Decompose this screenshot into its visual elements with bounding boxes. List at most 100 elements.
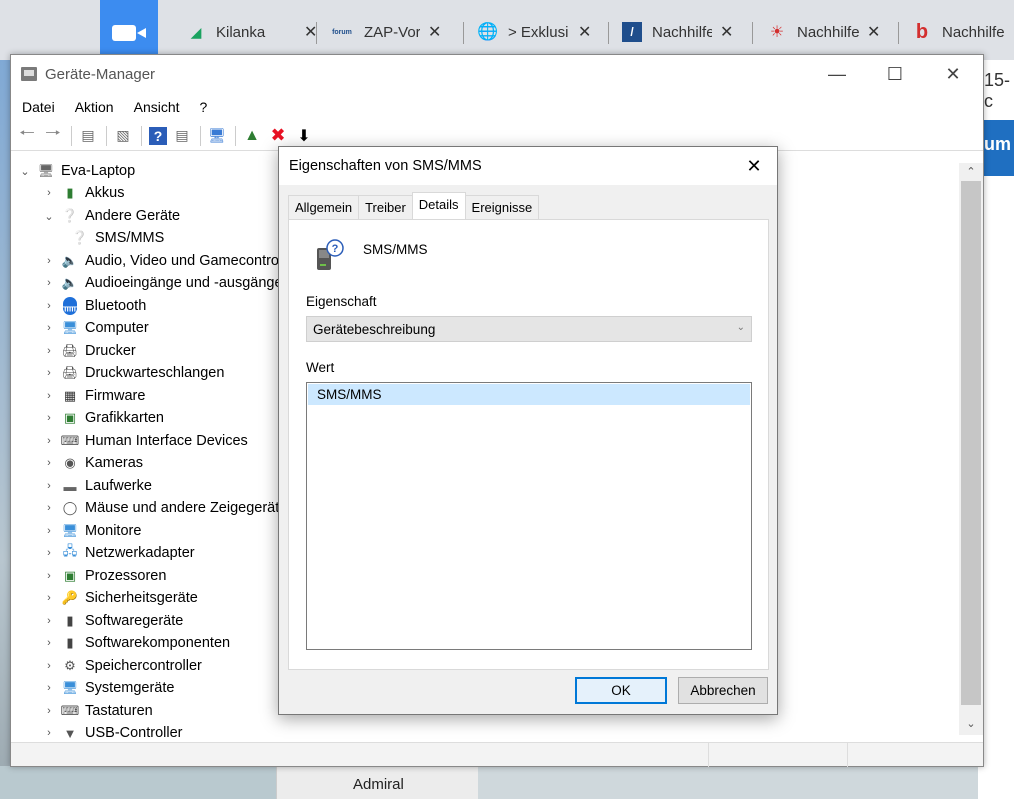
- speaker-icon: 🔈: [61, 253, 79, 268]
- menu-aktion[interactable]: Aktion: [65, 99, 124, 115]
- browser-tab[interactable]: 🌐 > Exklusi ✕: [478, 12, 591, 52]
- chevron-right-icon[interactable]: ›: [41, 345, 57, 357]
- chevron-right-icon[interactable]: ›: [41, 705, 57, 717]
- chevron-right-icon[interactable]: ›: [41, 502, 57, 514]
- back-arrow-icon[interactable]: 🠐: [15, 123, 39, 147]
- chevron-right-icon[interactable]: ›: [41, 457, 57, 469]
- chevron-down-icon[interactable]: ⌄: [17, 165, 33, 178]
- tree-item[interactable]: › 🖥 Monitore: [41, 520, 141, 542]
- tree-label: Andere Geräte: [85, 208, 181, 224]
- ok-button[interactable]: OK: [575, 677, 667, 704]
- chevron-right-icon[interactable]: ›: [41, 412, 57, 424]
- close-tab-icon[interactable]: ✕: [578, 22, 591, 42]
- browser-tab[interactable]: / Nachhilfe ✕: [622, 12, 733, 52]
- chevron-right-icon[interactable]: ›: [41, 727, 57, 739]
- vertical-scrollbar[interactable]: ⌃ ⌄: [959, 163, 983, 735]
- tab-title: ZAP-Vorb: [364, 23, 420, 41]
- maximize-button[interactable]: ☐: [866, 55, 924, 93]
- chevron-right-icon[interactable]: ›: [41, 435, 57, 447]
- chevron-right-icon[interactable]: ›: [41, 615, 57, 627]
- tree-item[interactable]: › ᚅ Bluetooth: [41, 295, 146, 317]
- forward-arrow-icon[interactable]: 🠒: [41, 123, 65, 147]
- tab-allgemein[interactable]: Allgemein: [288, 195, 360, 219]
- dialog-close-button[interactable]: ✕: [731, 147, 777, 185]
- chevron-right-icon[interactable]: ›: [41, 547, 57, 559]
- device-name: SMS/MMS: [363, 242, 428, 257]
- scan-hardware-icon[interactable]: 🖥: [205, 125, 229, 147]
- tree-item[interactable]: › ▣ Grafikkarten: [41, 407, 164, 429]
- tree-item[interactable]: › ▮ Softwaregeräte: [41, 610, 183, 632]
- chevron-right-icon[interactable]: ›: [41, 300, 57, 312]
- tab-ereignisse[interactable]: Ereignisse: [464, 195, 540, 219]
- browser-tab[interactable]: forum ZAP-Vorb ✕: [330, 12, 441, 52]
- chevron-right-icon[interactable]: ›: [41, 322, 57, 334]
- menu-datei[interactable]: Datei: [12, 99, 65, 115]
- tree-item[interactable]: › ▮ Softwarekomponenten: [41, 632, 230, 654]
- tree-item[interactable]: › 🔑 Sicherheitsgeräte: [41, 587, 198, 609]
- tree-item[interactable]: › ▼ USB-Controller: [41, 722, 182, 742]
- show-hide-console-icon[interactable]: ▤: [76, 125, 100, 147]
- close-button[interactable]: ✕: [924, 55, 982, 93]
- tree-item[interactable]: › 🖥 Systemgeräte: [41, 677, 174, 699]
- browser-tab[interactable]: ☀ Nachhilfe ✕: [767, 12, 881, 52]
- chevron-right-icon[interactable]: ›: [41, 682, 57, 694]
- menu-ansicht[interactable]: Ansicht: [124, 99, 190, 115]
- list-item[interactable]: SMS/MMS: [308, 384, 750, 405]
- close-tab-icon[interactable]: ✕: [867, 22, 880, 42]
- property-dropdown[interactable]: Gerätebeschreibung ⌄: [306, 316, 752, 342]
- menu-help[interactable]: ?: [190, 99, 218, 115]
- chevron-right-icon[interactable]: ›: [41, 637, 57, 649]
- zoom-app-icon[interactable]: [100, 0, 158, 62]
- tree-item[interactable]: › ▣ Prozessoren: [41, 565, 166, 587]
- chevron-right-icon[interactable]: ›: [41, 390, 57, 402]
- properties-icon[interactable]: ▧: [111, 125, 135, 147]
- tree-item[interactable]: › 🖧 Netzwerkadapter: [41, 542, 194, 564]
- help-icon[interactable]: ?: [149, 126, 167, 145]
- tab-details[interactable]: Details: [411, 192, 466, 219]
- background-text: Admiral: [353, 776, 404, 793]
- close-tab-icon[interactable]: ✕: [720, 22, 733, 42]
- value-list[interactable]: SMS/MMS: [306, 382, 752, 650]
- tree-item[interactable]: › ▬ Laufwerke: [41, 475, 152, 497]
- browser-tab[interactable]: b Nachhilfe: [912, 12, 1014, 52]
- chevron-right-icon[interactable]: ›: [41, 480, 57, 492]
- tree-item[interactable]: › 🔈 Audioeingänge und -ausgänge: [41, 272, 279, 294]
- chevron-right-icon[interactable]: ›: [41, 277, 57, 289]
- toolbar-separator: [235, 125, 236, 146]
- scrollbar-thumb[interactable]: [961, 181, 981, 705]
- tree-item[interactable]: › 🔈 Audio, Video und Gamecontroller: [41, 250, 279, 272]
- download-icon[interactable]: ⬇: [292, 125, 316, 147]
- page-button[interactable]: um: [982, 120, 1014, 176]
- chevron-right-icon[interactable]: ›: [41, 255, 57, 267]
- tree-item[interactable]: › ⌨ Human Interface Devices: [41, 430, 248, 452]
- cancel-button[interactable]: Abbrechen: [678, 677, 768, 704]
- scroll-down-icon[interactable]: ⌄: [959, 717, 983, 735]
- tree-item[interactable]: › 🖨 Druckwarteschlangen: [41, 362, 224, 384]
- tree-root[interactable]: ⌄ 🖥 Eva-Laptop: [17, 160, 135, 182]
- browser-tab[interactable]: ◢ Kilanka ✕: [186, 12, 318, 52]
- tree-item[interactable]: › ▦ Firmware: [41, 385, 145, 407]
- chevron-right-icon[interactable]: ›: [41, 592, 57, 604]
- update-driver-icon[interactable]: ▲: [240, 125, 264, 147]
- tree-item[interactable]: › ▮ Akkus: [41, 182, 124, 204]
- close-tab-icon[interactable]: ✕: [428, 22, 441, 42]
- unknown-device-icon: ?: [311, 238, 347, 274]
- minimize-button[interactable]: —: [808, 55, 866, 93]
- chevron-right-icon[interactable]: ›: [41, 525, 57, 537]
- chevron-right-icon[interactable]: ›: [41, 367, 57, 379]
- action-pane-icon[interactable]: ▤: [170, 125, 194, 147]
- chevron-down-icon[interactable]: ⌄: [41, 210, 57, 223]
- uninstall-icon[interactable]: ✖: [266, 125, 290, 147]
- chevron-right-icon[interactable]: ›: [41, 570, 57, 582]
- tree-item[interactable]: › ◉ Kameras: [41, 452, 143, 474]
- tree-item[interactable]: ⌄ ❔ Andere Geräte: [41, 205, 180, 227]
- tree-item[interactable]: › 🖨 Drucker: [41, 340, 136, 362]
- tree-item[interactable]: › ⌨ Tastaturen: [41, 700, 153, 722]
- tab-treiber[interactable]: Treiber: [358, 195, 413, 219]
- tree-item[interactable]: › 🖥 Computer: [41, 317, 149, 339]
- chevron-right-icon[interactable]: ›: [41, 187, 57, 199]
- tree-item[interactable]: ❔ SMS/MMS: [67, 227, 164, 249]
- chevron-right-icon[interactable]: ›: [41, 660, 57, 672]
- tree-item[interactable]: › ◯ Mäuse und andere Zeigegeräte: [41, 497, 279, 519]
- tree-item[interactable]: › ⚙ Speichercontroller: [41, 655, 202, 677]
